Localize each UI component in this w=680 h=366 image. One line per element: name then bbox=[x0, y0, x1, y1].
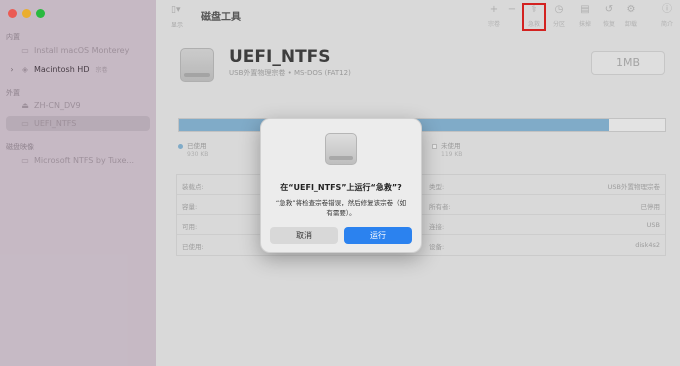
disk-icon bbox=[325, 133, 357, 165]
cancel-button[interactable]: 取消 bbox=[270, 227, 338, 244]
dialog-message: “急救”将检查宗卷错误，然后修复该宗卷（如有需要）。 bbox=[275, 199, 407, 217]
run-button[interactable]: 运行 bbox=[344, 227, 412, 244]
first-aid-dialog: 在“UEFI_NTFS”上运行“急救”? “急救”将检查宗卷错误，然后修复该宗卷… bbox=[260, 118, 422, 253]
dialog-title: 在“UEFI_NTFS”上运行“急救”? bbox=[280, 183, 402, 192]
